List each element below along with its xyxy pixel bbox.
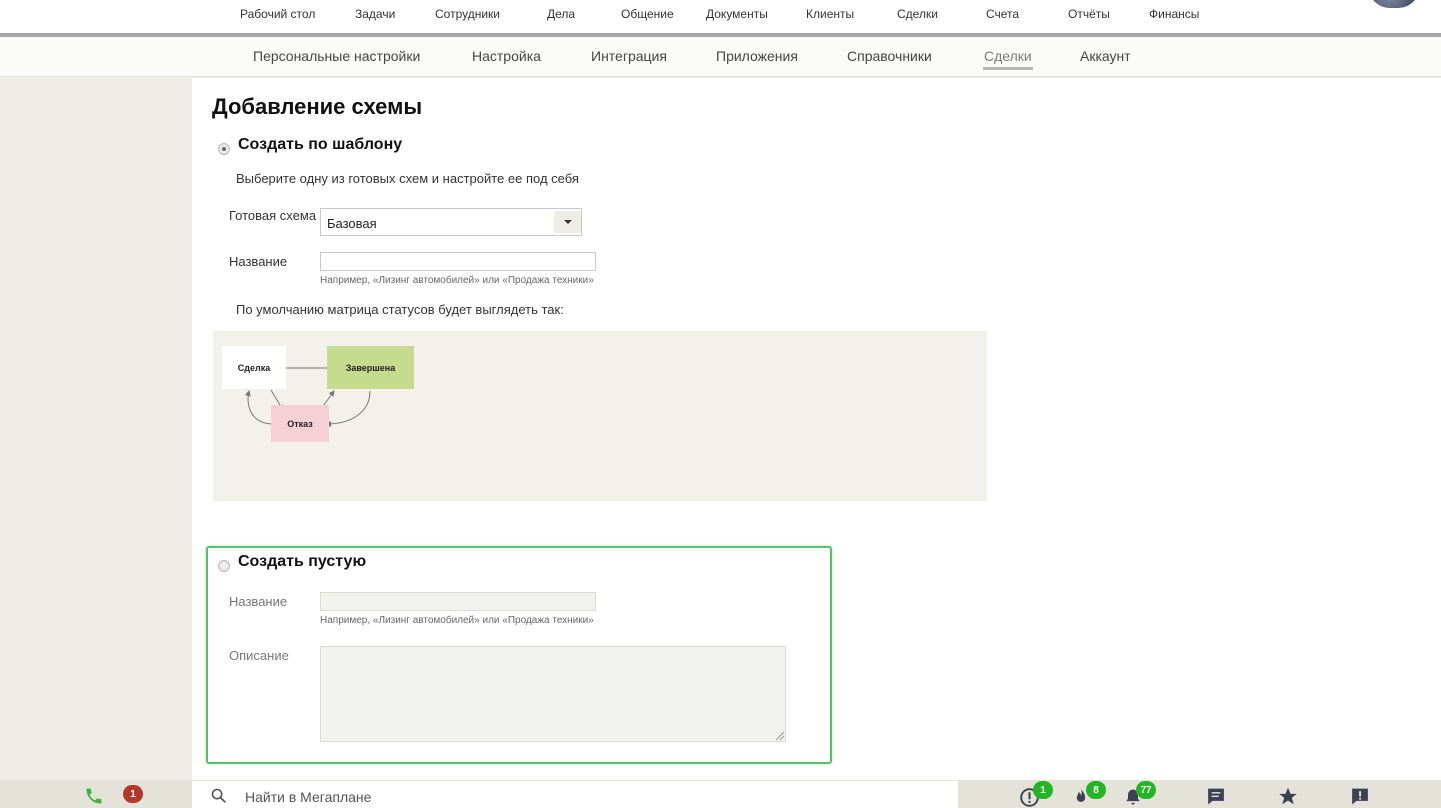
tab-integration[interactable]: Интеграция — [591, 48, 667, 64]
arrow-refusal-to-deal — [244, 390, 273, 425]
hot-badge[interactable]: 8 — [1086, 781, 1106, 799]
top-nav-item-clients[interactable]: Клиенты — [806, 7, 854, 21]
template-name-label: Название — [229, 254, 288, 269]
section-title-empty: Создать пустую — [238, 553, 367, 570]
page-title: Добавление схемы — [212, 94, 423, 119]
left-panel — [0, 78, 192, 780]
chat-icon[interactable] — [1205, 786, 1227, 807]
top-nav-item-communication[interactable]: Общение — [621, 7, 674, 21]
top-nav-item-deals[interactable]: Сделки — [897, 7, 938, 21]
missed-calls-badge[interactable]: 1 — [123, 785, 143, 803]
notifications-badge[interactable]: 77 — [1136, 781, 1156, 799]
top-nav-item-tasks[interactable]: Задачи — [355, 7, 395, 21]
global-search[interactable]: Найти в Мегаплане — [192, 781, 958, 808]
tab-applications[interactable]: Приложения — [716, 48, 798, 64]
empty-name-hint: Например, «Лизинг автомобилей» или «Прод… — [320, 615, 594, 626]
top-nav-item-finance[interactable]: Финансы — [1149, 7, 1199, 21]
top-nav-item-documents[interactable]: Документы — [706, 7, 768, 21]
top-nav-item-desktop[interactable]: Рабочий стол — [240, 7, 315, 21]
active-tab-underline — [983, 67, 1033, 70]
tab-settings[interactable]: Настройка — [472, 48, 541, 64]
alerts-badge[interactable]: 1 — [1033, 781, 1053, 799]
arrow-completed-to-refusal — [325, 390, 371, 427]
radio-create-empty[interactable] — [218, 560, 230, 572]
phone-icon[interactable] — [84, 786, 104, 806]
tab-account[interactable]: Аккаунт — [1080, 48, 1131, 64]
status-node-refusal-label: Отказ — [287, 418, 313, 429]
user-avatar[interactable] — [1368, 0, 1420, 8]
section-title-template: Создать по шаблону — [238, 136, 403, 153]
star-icon[interactable] — [1277, 786, 1299, 807]
top-nav: Рабочий стол Задачи Сотрудники Дела Обще… — [0, 0, 1441, 34]
chevron-down-icon[interactable] — [554, 211, 581, 233]
empty-name-input[interactable] — [320, 592, 596, 611]
status-node-completed: Завершена — [327, 346, 414, 389]
top-nav-item-reports[interactable]: Отчёты — [1068, 7, 1110, 21]
radio-create-from-template[interactable] — [218, 143, 230, 155]
resize-grip-icon[interactable] — [776, 732, 784, 740]
template-description: Выберите одну из готовых схем и настройт… — [236, 171, 579, 186]
status-node-completed-label: Завершена — [345, 362, 396, 373]
empty-description-label: Описание — [229, 648, 289, 663]
template-name-hint: Например, «Лизинг автомобилей» или «Прод… — [320, 275, 594, 286]
empty-description-textarea[interactable] — [320, 646, 786, 742]
top-nav-item-invoices[interactable]: Счета — [986, 7, 1019, 21]
ready-scheme-label: Готовая схема — [229, 208, 317, 223]
bottom-bar: 1 Найти в Мегаплане 1 8 77 — [0, 780, 1441, 808]
search-icon — [211, 788, 226, 803]
status-node-deal: Сделка — [222, 346, 286, 389]
top-nav-item-affairs[interactable]: Дела — [547, 7, 575, 21]
main-content: Добавление схемы Создать по шаблону Выбе… — [192, 78, 1441, 780]
status-node-refusal: Отказ — [271, 405, 329, 442]
tab-directories[interactable]: Справочники — [847, 48, 932, 64]
empty-name-label: Название — [229, 594, 288, 609]
tab-personal-settings[interactable]: Персональные настройки — [253, 48, 420, 64]
matrix-caption: По умолчанию матрица статусов будет выгл… — [236, 302, 564, 317]
ready-scheme-value: Базовая — [327, 216, 377, 231]
settings-subnav: Персональные настройки Настройка Интегра… — [0, 37, 1441, 77]
feedback-icon[interactable] — [1349, 786, 1371, 807]
template-name-input[interactable] — [320, 252, 596, 271]
ready-scheme-select[interactable]: Базовая — [320, 208, 582, 236]
tab-deals[interactable]: Сделки — [984, 48, 1032, 64]
top-nav-item-employees[interactable]: Сотрудники — [435, 7, 500, 21]
search-placeholder: Найти в Мегаплане — [245, 789, 372, 805]
status-matrix-diagram: Сделка Завершена Отказ — [213, 331, 987, 501]
status-node-deal-label: Сделка — [237, 362, 271, 373]
